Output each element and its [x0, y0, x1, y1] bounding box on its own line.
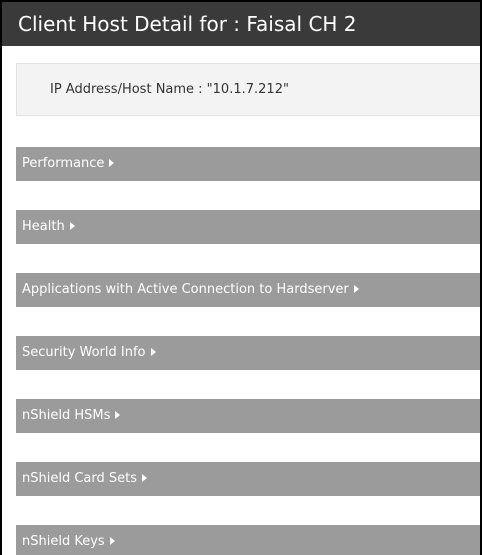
section-label: nShield Keys: [22, 534, 105, 549]
client-host-detail-panel: Client Host Detail for : Faisal CH 2 IP …: [0, 0, 482, 555]
section-label: nShield Card Sets: [22, 471, 138, 486]
section-nshield-keys[interactable]: nShield Keys: [16, 525, 480, 555]
caret-right-icon: [142, 473, 148, 482]
ip-host-info: IP Address/Host Name : "10.1.7.212": [16, 63, 480, 116]
caret-right-icon: [109, 536, 115, 545]
section-nshield-hsms[interactable]: nShield HSMs: [16, 399, 480, 433]
section-nshield-card-sets[interactable]: nShield Card Sets: [16, 462, 480, 496]
section-label: Security World Info: [22, 345, 146, 360]
section-applications[interactable]: Applications with Active Connection to H…: [16, 273, 480, 307]
caret-right-icon: [353, 284, 359, 293]
caret-right-icon: [109, 158, 115, 167]
caret-right-icon: [115, 410, 121, 419]
section-label: Applications with Active Connection to H…: [22, 282, 349, 297]
section-label: Performance: [22, 156, 105, 171]
section-label: Health: [22, 219, 65, 234]
ip-host-label: IP Address/Host Name : "10.1.7.212": [50, 82, 289, 97]
page-title: Client Host Detail for : Faisal CH 2: [2, 2, 480, 46]
caret-right-icon: [69, 221, 75, 230]
section-health[interactable]: Health: [16, 210, 480, 244]
section-performance[interactable]: Performance: [16, 147, 480, 181]
caret-right-icon: [150, 347, 156, 356]
section-label: nShield HSMs: [22, 408, 111, 423]
section-security-world-info[interactable]: Security World Info: [16, 336, 480, 370]
